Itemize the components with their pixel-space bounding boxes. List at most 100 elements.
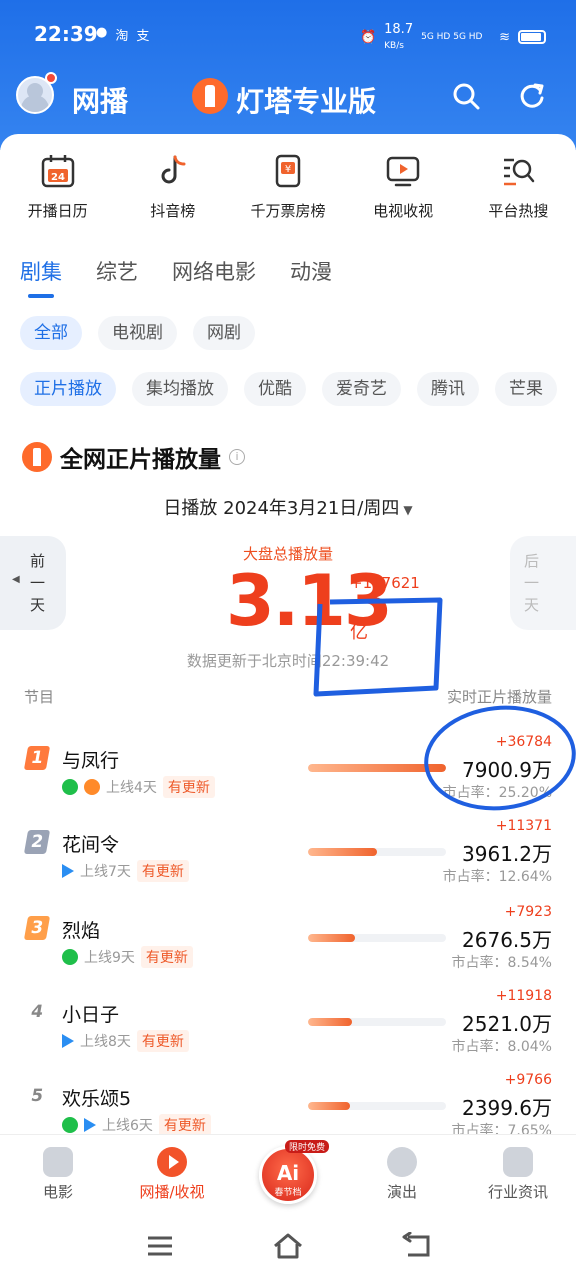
date-value: 2024年3月21日/周四 — [223, 498, 400, 519]
filter-episode-avg[interactable]: 集均播放 — [132, 372, 228, 406]
column-header-program: 节目 — [24, 688, 55, 706]
ai-label: Ai — [276, 1161, 300, 1185]
ticket-icon: ¥ — [275, 154, 301, 188]
tiktok-icon — [161, 155, 186, 184]
notification-dot — [45, 72, 57, 84]
status-taobao-icon: 淘 — [115, 29, 129, 44]
tab-web-movie[interactable]: 网络电影 — [172, 256, 256, 286]
calendar-icon: 24 — [41, 155, 74, 188]
youku-icon — [84, 779, 100, 795]
quick-label-calendar: 开播日历 — [27, 202, 88, 220]
nav-webplay[interactable]: 网播/收视 — [122, 1147, 222, 1202]
share-bar-fill — [308, 1018, 353, 1026]
quick-item-douyin[interactable]: 抖音榜 — [115, 150, 230, 230]
refresh-icon[interactable] — [518, 82, 546, 110]
iqiyi-icon — [62, 1117, 78, 1133]
speed-unit: KB/s — [384, 41, 404, 51]
share-bar — [308, 1102, 446, 1110]
ticket-symbol: ¥ — [285, 164, 291, 175]
table-row[interactable]: 4 小日子 上线8天 有更新 +11918 2521.0万 市占率：8.04% — [0, 988, 576, 1080]
show-name: 花间令 — [62, 834, 120, 856]
rank-badge: 3 — [23, 916, 51, 940]
brand-name: 灯塔专业版 — [236, 85, 377, 118]
quick-label-tv: 电视收视 — [373, 202, 434, 220]
filter-tv-drama[interactable]: 电视剧 — [98, 316, 177, 350]
view-value: 2399.6万 — [462, 1096, 552, 1120]
table-row[interactable]: 3 烈焰 上线9天 有更新 +7923 2676.5万 市占率：8.54% — [0, 904, 576, 996]
rank-badge: 2 — [23, 830, 51, 854]
status-right-icons: ⏰ 18.7 KB/s 5G HD 5G HD ≋ — [360, 22, 546, 52]
nav-label-news: 行业资讯 — [487, 1183, 548, 1201]
market-share: 市占率：25.20% — [442, 785, 552, 801]
online-days: 上线7天 — [80, 864, 131, 880]
status-alipay-icon: 支 — [136, 29, 150, 44]
total-unit: 亿 — [350, 622, 368, 643]
iqiyi-icon — [62, 949, 78, 965]
show-meta: 上线7天 有更新 — [62, 860, 189, 882]
quick-item-hotsearch[interactable]: 平台热搜 — [461, 150, 576, 230]
ai-button[interactable]: Ai 春节档 — [259, 1146, 317, 1204]
calendar-day: 24 — [51, 172, 65, 183]
tab-anime[interactable]: 动漫 — [290, 256, 332, 286]
view-value: 3961.2万 — [462, 842, 552, 866]
online-days: 上线8天 — [80, 1034, 131, 1050]
rank-number: 4 — [29, 1002, 45, 1022]
quick-item-boxoffice[interactable]: ¥ 千万票房榜 — [230, 150, 345, 230]
speed-value: 18.7 — [384, 22, 414, 37]
battery-icon — [518, 30, 546, 44]
market-share: 市占率：12.64% — [442, 869, 552, 885]
movie-icon — [43, 1147, 73, 1177]
news-icon — [503, 1147, 533, 1177]
tv-icon — [386, 156, 420, 187]
share-bar-fill — [308, 848, 378, 856]
search-list-icon — [504, 158, 535, 186]
date-selector[interactable]: 日播放 2024年3月21日/周四 ▼ — [0, 494, 576, 520]
filter-all[interactable]: 全部 — [20, 316, 82, 350]
column-header-views: 实时正片播放量 — [446, 688, 552, 706]
tencent-icon — [62, 864, 74, 878]
show-meta: 上线9天 有更新 — [62, 946, 193, 968]
page-title: 网播 — [72, 85, 129, 118]
nav-news[interactable]: 行业资讯 — [468, 1147, 568, 1202]
home-icon[interactable] — [272, 1232, 304, 1260]
info-icon[interactable]: i — [229, 449, 245, 465]
share-bar — [308, 934, 446, 942]
view-delta: +9766 — [504, 1072, 552, 1088]
update-badge: 有更新 — [158, 1114, 211, 1136]
share-bar — [308, 764, 446, 772]
view-value: 2521.0万 — [462, 1012, 552, 1036]
filter-iqiyi[interactable]: 爱奇艺 — [322, 372, 401, 406]
signal-text: 5G HD 5G HD — [421, 32, 483, 42]
quick-item-calendar[interactable]: 24 开播日历 — [0, 150, 115, 230]
tencent-icon — [62, 1034, 74, 1048]
filter-web-drama[interactable]: 网剧 — [193, 316, 255, 350]
quick-item-tv[interactable]: 电视收视 — [346, 150, 461, 230]
status-time: 22:39 — [34, 22, 98, 46]
chevron-left-icon: ◀ — [12, 574, 20, 585]
nav-label-show: 演出 — [386, 1183, 417, 1201]
view-delta: +7923 — [504, 904, 552, 920]
play-icon — [157, 1147, 187, 1177]
quick-nav: 24 开播日历 抖音榜 ¥ 千万票房榜 电视收视 平台热搜 — [0, 150, 576, 230]
status-app-icons: ● 淘 支 — [96, 25, 149, 44]
show-name: 小日子 — [62, 1004, 120, 1026]
share-bar — [308, 1018, 446, 1026]
show-meta: 上线8天 有更新 — [62, 1030, 189, 1052]
wifi-icon: ≋ — [499, 29, 510, 45]
quick-label-boxoffice: 千万票房榜 — [250, 202, 326, 220]
filter-tencent[interactable]: 腾讯 — [417, 372, 479, 406]
nav-movie[interactable]: 电影 — [8, 1147, 108, 1202]
filter-main-play[interactable]: 正片播放 — [20, 372, 116, 406]
menu-icon[interactable] — [146, 1234, 174, 1258]
nav-show[interactable]: 演出 — [352, 1147, 452, 1202]
search-icon[interactable] — [452, 82, 480, 110]
filter-mango[interactable]: 芒果 — [495, 372, 557, 406]
tab-variety[interactable]: 综艺 — [96, 256, 138, 286]
system-nav-bar — [0, 1218, 576, 1280]
quick-label-douyin: 抖音榜 — [150, 202, 196, 220]
back-icon[interactable] — [402, 1232, 432, 1260]
filter-youku[interactable]: 优酷 — [244, 372, 306, 406]
table-row[interactable]: 1 与凤行 上线4天 有更新 +36784 7900.9万 市占率：25.20% — [0, 734, 576, 826]
table-row[interactable]: 2 花间令 上线7天 有更新 +11371 3961.2万 市占率：12.64% — [0, 818, 576, 910]
tab-drama[interactable]: 剧集 — [20, 256, 62, 298]
